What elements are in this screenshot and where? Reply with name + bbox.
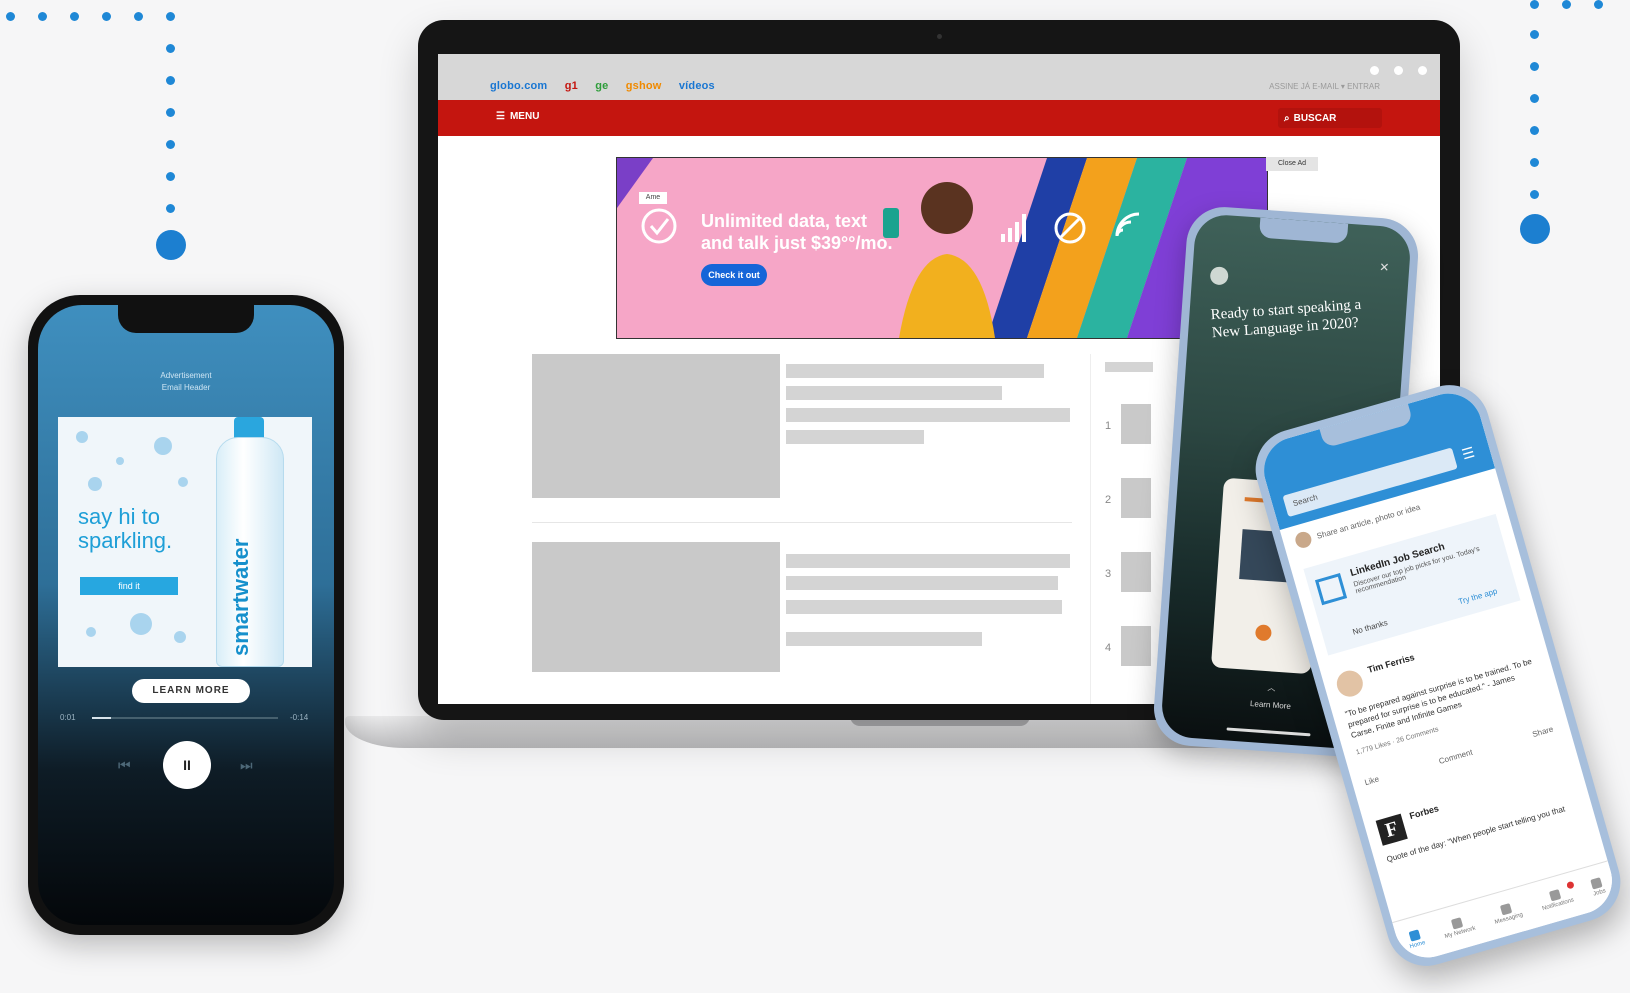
phone-left-screen: Advertisement Email Header say hi to spa…: [38, 305, 334, 925]
window-dot-icon[interactable]: [1418, 66, 1427, 75]
network-icon: [1451, 917, 1464, 930]
forbes-logo: F: [1375, 813, 1408, 846]
avatar[interactable]: [1293, 529, 1314, 550]
home-indicator: [1226, 727, 1311, 737]
laptop-camera: [937, 34, 942, 39]
nav-link-ge[interactable]: ge: [595, 80, 608, 92]
next-track-icon[interactable]: ⏭: [240, 757, 253, 774]
rank-thumb-placeholder[interactable]: [1121, 478, 1151, 518]
previous-track-icon[interactable]: ⏮: [118, 757, 131, 774]
rank-number: 4: [1105, 642, 1112, 654]
search-label: BUSCAR: [1293, 112, 1337, 124]
briefcase-icon: [1590, 877, 1604, 890]
avatar[interactable]: [1209, 266, 1229, 286]
window-dot-icon[interactable]: [1370, 66, 1379, 75]
text-line-placeholder: [786, 408, 1070, 422]
avatar[interactable]: [1333, 667, 1366, 700]
ad-banner[interactable]: Ame Unlimited data, text and talk just $…: [616, 157, 1268, 339]
ranking-sidebar: 1 2 3 4: [1090, 354, 1157, 704]
text-line-placeholder: [786, 386, 1002, 400]
post-actions: Like Comment Share: [1364, 724, 1555, 788]
search-icon: ⌕: [1284, 112, 1290, 124]
browser-bar: globo.com g1 ge gshow vídeos ASSINE JÁ E…: [438, 54, 1440, 100]
like-button[interactable]: Like: [1364, 774, 1381, 787]
check-circle-icon: [641, 208, 677, 244]
linkedin-logo-icon: [1314, 573, 1348, 606]
article-image-placeholder[interactable]: [532, 354, 780, 498]
post-author[interactable]: Tim Ferriss: [1366, 652, 1415, 675]
rank-thumb-placeholder[interactable]: [1121, 552, 1151, 592]
time-remaining: -0:14: [290, 713, 309, 722]
account-links[interactable]: ASSINE JÁ E-MAIL ▾ ENTRAR: [1269, 82, 1380, 91]
rank-number: 3: [1105, 568, 1112, 580]
comment-button[interactable]: Comment: [1438, 748, 1474, 766]
nav-link-g1[interactable]: g1: [565, 80, 578, 92]
bottle-label: smartwater: [228, 538, 253, 656]
audio-progress-fill: [92, 717, 111, 719]
learn-more-button[interactable]: LEARN MORE: [132, 679, 250, 703]
no-thanks-button[interactable]: No thanks: [1352, 618, 1389, 637]
share-button[interactable]: Share: [1531, 725, 1554, 740]
time-elapsed: 0:01: [60, 713, 76, 722]
close-ad-button[interactable]: Close Ad: [1266, 157, 1318, 171]
find-it-button[interactable]: find it: [80, 577, 178, 595]
phone-audio-ad: Advertisement Email Header say hi to spa…: [28, 295, 344, 935]
menu-button[interactable]: ☰ MENU: [496, 111, 539, 122]
chevron-up-icon: ︿: [1267, 683, 1276, 693]
divider: [532, 522, 1072, 523]
try-app-button[interactable]: Try the app: [1457, 587, 1498, 607]
text-line-placeholder: [786, 600, 1062, 614]
rank-thumb-placeholder[interactable]: [1121, 626, 1151, 666]
card-play-icon[interactable]: [1254, 624, 1272, 642]
tab-notifications[interactable]: Notifications: [1538, 880, 1575, 912]
ad-header-line1: Advertisement: [160, 371, 212, 380]
search-button[interactable]: ⌕ BUSCAR: [1278, 108, 1382, 128]
ad-tagline: say hi to sparkling.: [78, 504, 173, 553]
text-line-placeholder: [786, 364, 1044, 378]
site-header: ☰ MENU ⌕ BUSCAR: [438, 100, 1440, 136]
ad-headline: Unlimited data, text and talk just $39°°…: [701, 211, 893, 253]
window-dot-icon[interactable]: [1394, 66, 1403, 75]
smartwater-ad-artwork[interactable]: say hi to sparkling. find it smartwater: [58, 417, 312, 667]
model-sweater: [899, 254, 995, 338]
model-head: [921, 182, 973, 234]
rank-number: 1: [1105, 420, 1112, 432]
ad-header-line2: Email Header: [161, 383, 211, 392]
pause-button[interactable]: II: [163, 741, 211, 789]
rank-thumb-placeholder[interactable]: [1121, 404, 1151, 444]
ad-cta-button[interactable]: Check it out: [701, 264, 767, 286]
menu-icon[interactable]: ☰: [1460, 444, 1477, 464]
article-image-placeholder[interactable]: [532, 542, 780, 672]
signal-bars-icon: [1001, 214, 1026, 242]
story-headline: Ready to start speaking a New Language i…: [1210, 296, 1362, 342]
text-line-placeholder: [786, 554, 1070, 568]
home-icon: [1408, 929, 1422, 942]
bell-icon: [1549, 888, 1562, 902]
search-input[interactable]: Search: [1282, 447, 1458, 518]
audio-progress-bar[interactable]: [92, 717, 278, 719]
tab-messaging[interactable]: Messaging: [1491, 900, 1524, 926]
portal-nav: globo.com g1 ge gshow vídeos: [490, 80, 729, 92]
menu-label: MENU: [509, 111, 540, 122]
notification-badge: [1565, 880, 1575, 890]
text-line-placeholder: [786, 632, 982, 646]
messaging-icon: [1500, 903, 1513, 916]
tab-home[interactable]: Home: [1406, 928, 1426, 950]
close-icon[interactable]: ✕: [1379, 260, 1390, 275]
ad-tag: Ame: [639, 192, 667, 204]
text-line-placeholder: [786, 430, 924, 444]
bottom-tab-bar: Home My Network Messaging Notifications …: [1392, 860, 1620, 966]
phone-notch: [118, 305, 254, 333]
hamburger-icon: ☰: [496, 111, 505, 122]
text-line-placeholder: [786, 576, 1058, 590]
company-name[interactable]: Forbes: [1408, 803, 1440, 821]
rank-number: 2: [1105, 494, 1112, 506]
phone-notch: [1258, 217, 1349, 244]
tab-my-network[interactable]: My Network: [1441, 914, 1476, 940]
nav-link-videos[interactable]: vídeos: [679, 80, 715, 92]
nav-link-globo[interactable]: globo.com: [490, 80, 547, 92]
nav-link-gshow[interactable]: gshow: [626, 80, 662, 92]
tab-jobs[interactable]: Jobs: [1589, 877, 1607, 898]
